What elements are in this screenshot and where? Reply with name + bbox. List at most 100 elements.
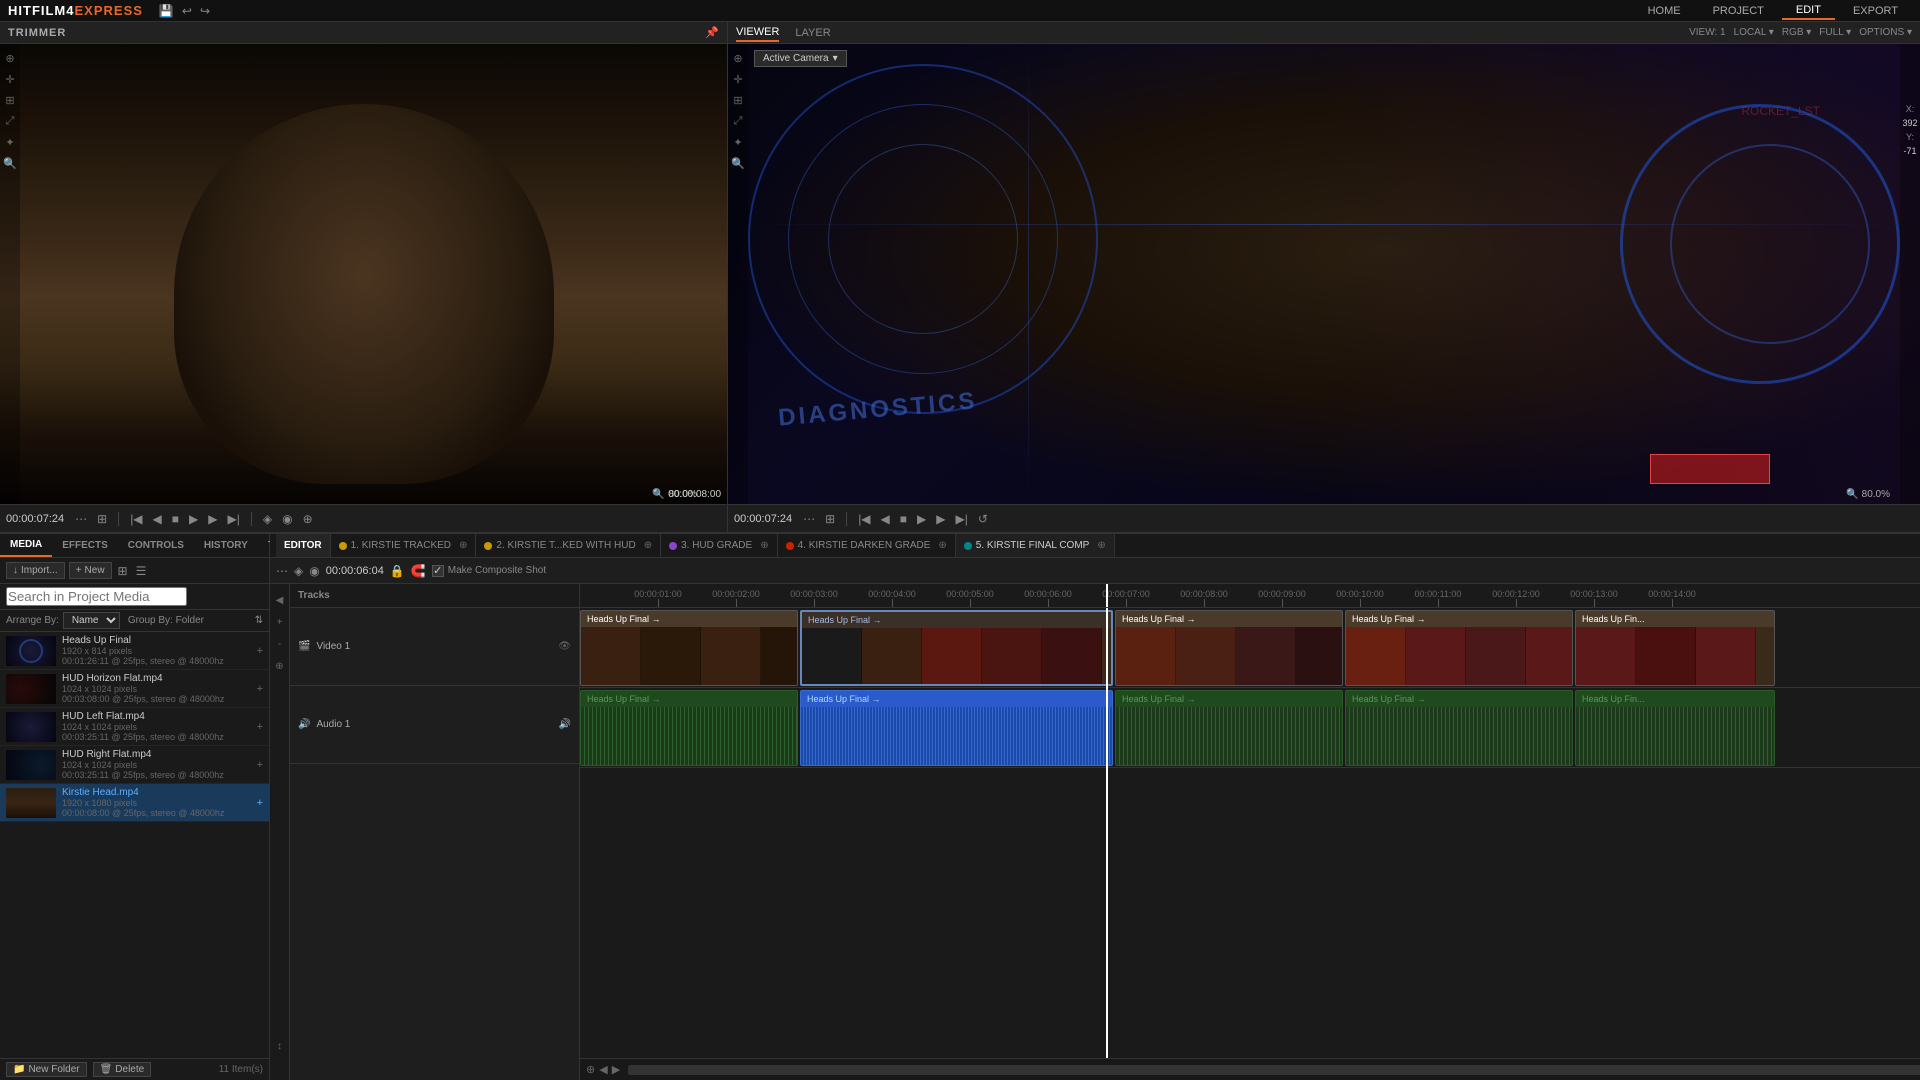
media-item[interactable]: HUD Right Flat.mp4 1024 x 1024 pixels 00… [0,746,269,784]
viewer-prev[interactable]: ◀ [878,510,893,528]
audio-clip[interactable]: Heads Up Final → [580,690,798,766]
video-clip[interactable]: Heads Up Final → [1345,610,1573,686]
viewer-tool-4[interactable]: ⤢ [734,115,743,128]
trim-tool-6[interactable]: 🔍 [3,157,17,170]
nav-home[interactable]: HOME [1634,2,1695,20]
trim-insert[interactable]: ⊕ [300,510,316,528]
trim-tool-1[interactable]: ⊕ [5,52,14,65]
redo-icon[interactable]: ↪ [200,4,210,18]
nav-edit[interactable]: EDIT [1782,2,1835,20]
timeline-ruler[interactable]: 00:00:01:00 00:00:02:00 00:00:03:00 00:0… [580,584,1920,608]
editor-tab[interactable]: EDITOR [276,534,331,557]
media-item[interactable]: Heads Up Final 1920 x 814 pixels 00:01:2… [0,632,269,670]
tab-layer[interactable]: LAYER [795,25,830,41]
viewer-tool-6[interactable]: 🔍 [731,157,745,170]
grid-view-icon[interactable]: ⊞ [116,562,130,580]
viewer-go-start[interactable]: |◀ [855,510,873,528]
comp-close-4[interactable]: ⊕ [938,540,946,551]
new-folder-button[interactable]: 📁 New Folder [6,1062,87,1077]
trim-tool-3[interactable]: ⊞ [5,94,14,107]
trim-go-start[interactable]: |◀ [127,510,145,528]
et-marker[interactable]: ◈ [294,564,303,578]
composite-checkbox[interactable]: ✓ [432,565,444,577]
et-snap[interactable]: 🧲 [411,564,426,578]
comp-close-5[interactable]: ⊕ [1097,540,1105,551]
comp-tab-1[interactable]: 1. KIRSTIE TRACKED ⊕ [331,534,477,557]
et-timecode[interactable]: 00:00:06:04 [326,565,384,577]
comp-close-1[interactable]: ⊕ [459,540,467,551]
audio-mute-icon[interactable]: 🔊 [559,719,571,730]
media-item-add-icon[interactable]: + [257,683,263,695]
audio-clip-active[interactable]: Heads Up Final → [800,690,1113,766]
tab-effects[interactable]: EFFECTS [52,534,118,557]
viewer-tool-3[interactable]: ⊞ [733,94,742,107]
trim-prev-frame[interactable]: ◀ [150,510,165,528]
comp-close-3[interactable]: ⊕ [760,540,768,551]
new-button[interactable]: + New [69,562,112,579]
video-clip[interactable]: Heads Up Final → [1115,610,1343,686]
tl-btn-1[interactable]: ⊕ [586,1063,595,1076]
tl-scroll-bar[interactable] [628,1065,1920,1075]
sort-icon[interactable]: ⇅ [255,615,263,626]
comp-close-2[interactable]: ⊕ [644,540,652,551]
viewer-play[interactable]: ▶ [914,510,929,528]
video-clip[interactable]: Heads Up Fin... [1575,610,1775,686]
undo-icon[interactable]: ↩ [182,4,192,18]
trim-tool-5[interactable]: ✦ [5,136,14,149]
trim-mark-out[interactable]: ◉ [279,510,295,528]
trim-tool-4[interactable]: ⤢ [6,115,15,128]
trim-tool-2[interactable]: ✛ [5,73,14,86]
active-camera-button[interactable]: Active Camera ▾ [754,50,847,67]
trim-play-options[interactable]: ⋯ [72,510,90,528]
media-item[interactable]: HUD Horizon Flat.mp4 1024 x 1024 pixels … [0,670,269,708]
options-label[interactable]: OPTIONS ▾ [1859,27,1912,38]
media-item-add-icon[interactable]: + [257,797,263,809]
trim-stop[interactable]: ■ [169,510,182,528]
nav-export[interactable]: EXPORT [1839,2,1912,20]
media-item-add-icon[interactable]: + [257,759,263,771]
comp-tab-2[interactable]: 2. KIRSTIE T...KED WITH HUD ⊕ [476,534,661,557]
media-item[interactable]: HUD Left Flat.mp4 1024 x 1024 pixels 00:… [0,708,269,746]
trim-play[interactable]: ▶ [186,510,201,528]
video-clip-active[interactable]: Heads Up Final → [800,610,1113,686]
audio-clip[interactable]: Heads Up Final → [1345,690,1573,766]
comp-tab-3[interactable]: 3. HUD GRADE ⊕ [661,534,778,557]
viewer-fullscreen[interactable]: ⊞ [822,510,838,528]
rgb-label[interactable]: RGB ▾ [1782,27,1811,38]
tl-btn-3[interactable]: ▶ [612,1063,620,1076]
delete-button[interactable]: 🗑 Delete [93,1062,152,1077]
viewer-options[interactable]: ⋯ [800,510,818,528]
tl-btn-2[interactable]: ◀ [599,1063,607,1076]
st-btn-1[interactable]: ◀ [272,592,288,608]
viewer-loop[interactable]: ↺ [975,510,991,528]
local-label[interactable]: LOCAL ▾ [1734,27,1774,38]
et-lock[interactable]: 🔒 [390,564,405,578]
tab-viewer[interactable]: VIEWER [736,24,779,42]
list-view-icon[interactable]: ☰ [134,562,149,580]
import-button[interactable]: ↓ Import... [6,562,65,579]
arrange-by-select[interactable]: Name [63,612,120,629]
st-btn-4[interactable]: ⊕ [272,658,288,674]
viewer-tool-1[interactable]: ⊕ [733,52,742,65]
st-btn-3[interactable]: - [272,636,288,652]
video-mute-icon[interactable]: 👁 [558,641,571,652]
nav-project[interactable]: PROJECT [1699,2,1778,20]
et-marker2[interactable]: ◉ [309,564,319,578]
media-item-add-icon[interactable]: + [257,645,263,657]
tab-media[interactable]: MEDIA [0,534,52,557]
trim-fullscreen[interactable]: ⊞ [94,510,110,528]
viewer-go-end[interactable]: ▶| [953,510,971,528]
et-options[interactable]: ⋯ [276,564,288,578]
save-icon[interactable]: 💾 [159,4,174,18]
full-label[interactable]: FULL ▾ [1819,27,1851,38]
st-btn-5[interactable]: ↕ [272,1038,288,1054]
search-input[interactable] [6,587,187,606]
viewer-tool-5[interactable]: ✦ [733,136,742,149]
viewer-next[interactable]: ▶ [933,510,948,528]
audio-clip[interactable]: Heads Up Final → [1115,690,1343,766]
video-clip[interactable]: Heads Up Final → [580,610,798,686]
media-item-add-icon[interactable]: + [257,721,263,733]
trim-mark-in[interactable]: ◈ [260,510,275,528]
trim-go-end[interactable]: ▶| [225,510,243,528]
st-btn-2[interactable]: + [272,614,288,630]
